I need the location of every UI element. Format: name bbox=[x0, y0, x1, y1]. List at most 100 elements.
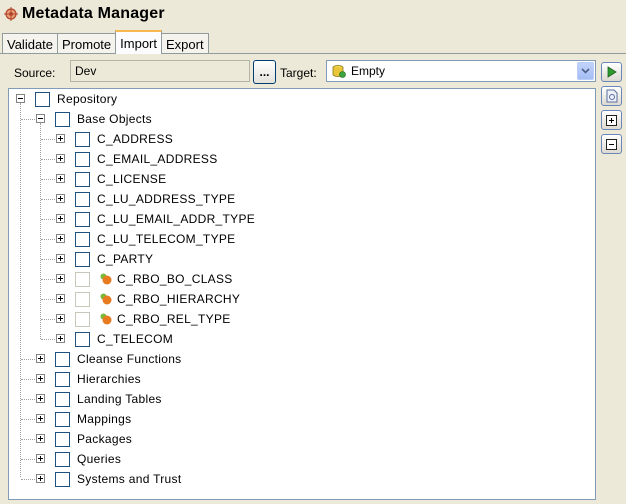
properties-button[interactable] bbox=[601, 86, 622, 106]
checkbox[interactable] bbox=[55, 351, 70, 367]
tab-validate[interactable]: Validate bbox=[2, 33, 59, 54]
tree-guide-line bbox=[41, 139, 55, 141]
chevron-down-icon bbox=[581, 68, 590, 74]
checkbox bbox=[75, 291, 90, 307]
checkbox[interactable] bbox=[75, 331, 90, 347]
tree-node-rbo[interactable]: C_RBO_BO_CLASS bbox=[9, 269, 233, 289]
tree-node-base-object[interactable]: C_ADDRESS bbox=[9, 129, 173, 149]
tree-guide-line bbox=[41, 319, 55, 321]
tab-promote[interactable]: Promote bbox=[57, 33, 117, 54]
tree-node-rbo[interactable]: C_RBO_REL_TYPE bbox=[9, 309, 231, 329]
tree-node-folder[interactable]: Mappings bbox=[9, 409, 131, 429]
checkbox[interactable] bbox=[75, 131, 90, 147]
tree-node-base-object[interactable]: C_LU_ADDRESS_TYPE bbox=[9, 189, 235, 209]
expand-icon[interactable] bbox=[56, 214, 65, 223]
tree-node-label: C_LU_TELECOM_TYPE bbox=[97, 232, 236, 246]
collapse-icon[interactable] bbox=[16, 94, 25, 103]
repository-tree[interactable]: Repository Base Objects C_ADDRESS C_EMAI… bbox=[8, 88, 596, 500]
expand-icon[interactable] bbox=[56, 334, 65, 343]
tab-import[interactable]: Import bbox=[115, 30, 162, 54]
checkbox[interactable] bbox=[55, 371, 70, 387]
expand-icon[interactable] bbox=[56, 234, 65, 243]
tree-node-folder[interactable]: Systems and Trust bbox=[9, 469, 181, 489]
tree-node-repository[interactable]: Repository bbox=[9, 89, 117, 109]
checkbox[interactable] bbox=[75, 171, 90, 187]
tree-node-base-objects[interactable]: Base Objects bbox=[9, 109, 152, 129]
tree-guide-line bbox=[21, 359, 35, 361]
tree-guide-line bbox=[21, 439, 35, 441]
tree-node-base-object[interactable]: C_TELECOM bbox=[9, 329, 173, 349]
tree-node-label: C_RBO_REL_TYPE bbox=[117, 312, 231, 326]
expand-icon[interactable] bbox=[36, 434, 45, 443]
plus-box-icon bbox=[606, 114, 617, 126]
tree-node-base-object[interactable]: C_PARTY bbox=[9, 249, 153, 269]
tree-guide-line bbox=[21, 119, 35, 121]
tree-guide-line bbox=[41, 219, 55, 221]
tree-node-folder[interactable]: Landing Tables bbox=[9, 389, 162, 409]
tree-node-label: C_LICENSE bbox=[97, 172, 167, 186]
tree-node-folder[interactable]: Hierarchies bbox=[9, 369, 141, 389]
checkbox[interactable] bbox=[55, 471, 70, 487]
title-bar: Metadata Manager bbox=[0, 0, 626, 28]
page-title: Metadata Manager bbox=[22, 5, 165, 22]
relationship-icon bbox=[100, 293, 112, 305]
checkbox[interactable] bbox=[35, 91, 50, 107]
tree-node-folder[interactable]: Packages bbox=[9, 429, 132, 449]
expand-icon[interactable] bbox=[56, 294, 65, 303]
expand-icon[interactable] bbox=[36, 394, 45, 403]
expand-icon[interactable] bbox=[56, 134, 65, 143]
tree-guide-line bbox=[21, 419, 35, 421]
target-select[interactable]: Empty bbox=[326, 60, 596, 82]
checkbox[interactable] bbox=[75, 151, 90, 167]
checkbox[interactable] bbox=[55, 391, 70, 407]
expand-icon[interactable] bbox=[36, 474, 45, 483]
tree-node-rbo[interactable]: C_RBO_HIERARCHY bbox=[9, 289, 240, 309]
document-icon bbox=[606, 89, 617, 103]
checkbox[interactable] bbox=[75, 231, 90, 247]
tree-guide-line bbox=[41, 299, 55, 301]
run-button[interactable] bbox=[601, 62, 622, 82]
collapse-all-button[interactable] bbox=[601, 134, 622, 154]
checkbox[interactable] bbox=[55, 411, 70, 427]
expand-icon[interactable] bbox=[36, 354, 45, 363]
tree-node-label: Landing Tables bbox=[77, 392, 162, 406]
tree-node-base-object[interactable]: C_LU_TELECOM_TYPE bbox=[9, 229, 235, 249]
expand-icon[interactable] bbox=[56, 194, 65, 203]
browse-source-button[interactable]: ... bbox=[253, 60, 276, 84]
tree-node-folder[interactable]: Cleanse Functions bbox=[9, 349, 182, 369]
expand-icon[interactable] bbox=[56, 254, 65, 263]
checkbox[interactable] bbox=[55, 431, 70, 447]
checkbox[interactable] bbox=[75, 191, 90, 207]
expand-icon[interactable] bbox=[36, 454, 45, 463]
tree-node-label: C_RBO_HIERARCHY bbox=[117, 292, 241, 306]
expand-icon[interactable] bbox=[56, 154, 65, 163]
tab-import-label: Import bbox=[120, 35, 157, 51]
target-dropdown-button[interactable] bbox=[577, 62, 594, 80]
tree-node-base-object[interactable]: C_LICENSE bbox=[9, 169, 166, 189]
checkbox[interactable] bbox=[75, 211, 90, 227]
tree-guide-line bbox=[21, 399, 35, 401]
tab-validate-label: Validate bbox=[7, 36, 54, 52]
tree-node-folder[interactable]: Queries bbox=[9, 449, 121, 469]
expand-icon[interactable] bbox=[56, 274, 65, 283]
target-label: Target: bbox=[280, 66, 317, 80]
tab-export[interactable]: Export bbox=[161, 33, 209, 54]
checkbox[interactable] bbox=[75, 251, 90, 267]
collapse-icon[interactable] bbox=[36, 114, 45, 123]
source-field[interactable]: Dev bbox=[70, 60, 250, 82]
tree-node-base-object[interactable]: C_EMAIL_ADDRESS bbox=[9, 149, 218, 169]
expand-icon[interactable] bbox=[56, 314, 65, 323]
expand-icon[interactable] bbox=[36, 374, 45, 383]
tree-node-label: Hierarchies bbox=[77, 372, 141, 386]
source-label: Source: bbox=[14, 66, 56, 80]
expand-icon[interactable] bbox=[36, 414, 45, 423]
tab-export-label: Export bbox=[166, 36, 204, 52]
checkbox[interactable] bbox=[55, 111, 70, 127]
expand-all-button[interactable] bbox=[601, 110, 622, 130]
expand-icon[interactable] bbox=[56, 174, 65, 183]
checkbox[interactable] bbox=[55, 451, 70, 467]
tree-node-base-object[interactable]: C_LU_EMAIL_ADDR_TYPE bbox=[9, 209, 255, 229]
tree-guide-line bbox=[41, 159, 55, 161]
metadata-manager-icon bbox=[4, 7, 18, 21]
tab-promote-label: Promote bbox=[62, 36, 112, 52]
